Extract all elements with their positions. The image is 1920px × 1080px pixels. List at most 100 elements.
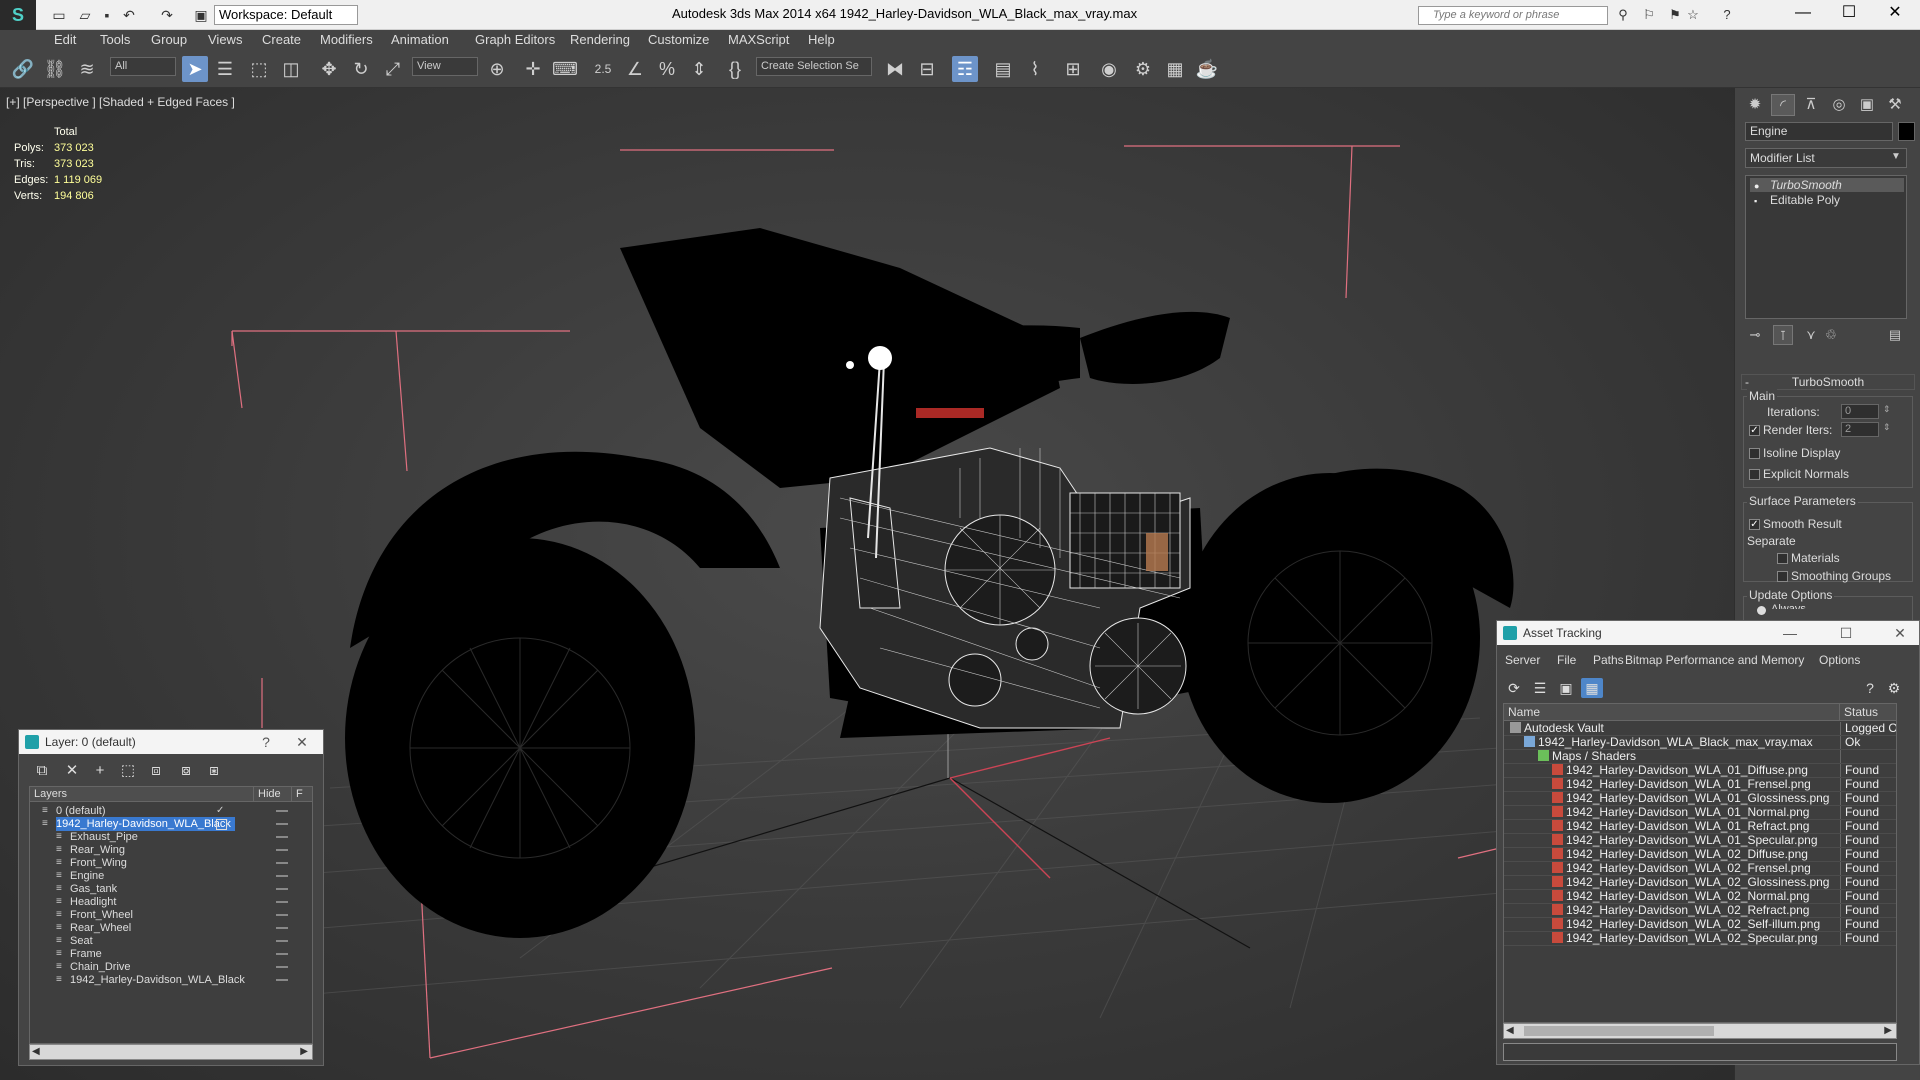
scroll-right-icon[interactable]: ▶ (1884, 1025, 1892, 1036)
asset-row[interactable]: Maps / Shaders (1504, 750, 1896, 764)
layer-list[interactable]: Layers Hide F ≡ 0 (default) ✓ ≡ 1942_Harley-… (29, 786, 313, 1044)
hide-toggle[interactable] (276, 810, 288, 812)
maximize-icon[interactable]: ☐ (1831, 621, 1861, 645)
modify-tab-icon[interactable]: ◜ (1771, 94, 1795, 116)
render-production-icon[interactable]: ☕ (1194, 56, 1220, 82)
search-input[interactable]: Type a keyword or phrase (1418, 6, 1608, 25)
schematic-view-icon[interactable]: ⊞ (1060, 56, 1086, 82)
menu-create[interactable]: Create (262, 32, 301, 47)
project-folder-icon[interactable]: ▣ (192, 6, 210, 24)
create-tab-icon[interactable]: ✹ (1743, 94, 1767, 116)
save-file-icon[interactable]: ▪ (98, 6, 116, 24)
hide-toggle[interactable] (276, 901, 288, 903)
select-in-layer-icon[interactable]: ⬚ (117, 760, 139, 782)
app-logo-icon[interactable]: S (0, 0, 36, 30)
hide-all-layers-icon[interactable]: ⧇ (175, 760, 197, 782)
selection-filter-select[interactable]: All (110, 57, 176, 76)
asset-row[interactable]: 1942_Harley-Davidson_WLA_Black_max_vray.… (1504, 736, 1896, 750)
close-icon[interactable]: ✕ (1872, 0, 1918, 26)
maximize-icon[interactable]: ☐ (1826, 0, 1872, 26)
column-header-name[interactable]: Name (1504, 704, 1840, 721)
configure-sets-icon[interactable]: ▤ (1885, 325, 1905, 345)
layer-row[interactable]: ≡ 1942_Harley-Davidson_WLA_Black (30, 972, 312, 988)
column-header-freeze[interactable]: F (292, 787, 312, 802)
refresh-icon[interactable]: ⟳ (1503, 678, 1525, 698)
hide-toggle[interactable] (276, 953, 288, 955)
open-file-icon[interactable]: ▱ (76, 6, 94, 24)
menu-bitmap-performance[interactable]: Bitmap Performance and Memory (1625, 653, 1804, 667)
smoothing-groups-checkbox[interactable] (1777, 571, 1788, 582)
lightbulb-icon[interactable]: ● (1754, 179, 1764, 191)
freeze-all-layers-icon[interactable]: ⧆ (203, 760, 225, 782)
asset-row[interactable]: 1942_Harley-Davidson_WLA_01_Frensel.png F… (1504, 778, 1896, 792)
show-end-result-icon[interactable]: ⊺ (1773, 325, 1793, 345)
menu-options[interactable]: Options (1819, 653, 1860, 667)
angle-snap-icon[interactable]: ∠ (622, 56, 648, 82)
help-icon[interactable]: ? (1718, 7, 1736, 23)
table-view-icon[interactable]: ▦ (1581, 678, 1603, 698)
select-and-rotate-icon[interactable]: ↻ (348, 56, 374, 82)
menu-server[interactable]: Server (1505, 653, 1540, 667)
snaps-toggle-icon[interactable]: 2.5 (590, 56, 616, 82)
modifier-list-select[interactable]: Modifier List (1745, 148, 1907, 168)
rectangular-selection-icon[interactable]: ⬚ (246, 56, 272, 82)
select-manipulate-icon[interactable]: ✛ (520, 56, 546, 82)
hide-toggle[interactable] (276, 940, 288, 942)
communication-center-icon[interactable]: ⚐ (1640, 7, 1658, 23)
minimize-icon[interactable]: — (1780, 0, 1826, 26)
column-header-status[interactable]: Status (1840, 704, 1896, 721)
undo-icon[interactable]: ↶ (120, 6, 138, 24)
reference-coordinate-select[interactable]: View (412, 57, 478, 76)
settings-icon[interactable]: ⚙ (1883, 678, 1905, 698)
menu-group[interactable]: Group (151, 32, 187, 47)
layer-list-scrollbar[interactable]: ◀ ▶ (29, 1044, 313, 1060)
menu-help[interactable]: Help (808, 32, 835, 47)
menu-tools[interactable]: Tools (100, 32, 130, 47)
asset-row[interactable]: 1942_Harley-Davidson_WLA_02_Normal.png Fo… (1504, 890, 1896, 904)
menu-maxscript[interactable]: MAXScript (728, 32, 789, 47)
hide-toggle[interactable] (276, 849, 288, 851)
iterations-spinner[interactable]: 0 (1841, 404, 1879, 419)
delete-layer-icon[interactable]: ✕ (61, 760, 83, 782)
hide-toggle[interactable] (276, 927, 288, 929)
binoculars-icon[interactable]: ⚲ (1614, 7, 1632, 23)
hide-toggle[interactable] (276, 836, 288, 838)
column-header-hide[interactable]: Hide (254, 787, 292, 802)
redo-icon[interactable]: ↷ (158, 6, 176, 24)
menu-edit[interactable]: Edit (54, 32, 76, 47)
layer-manager-icon[interactable]: ☶ (952, 56, 978, 82)
asset-row[interactable]: 1942_Harley-Davidson_WLA_02_Glossiness.p… (1504, 876, 1896, 890)
isoline-display-checkbox[interactable] (1749, 448, 1760, 459)
curve-editor-icon[interactable]: ⌇ (1022, 56, 1048, 82)
utilities-tab-icon[interactable]: ⚒ (1883, 94, 1907, 116)
asset-tracking-titlebar[interactable]: Asset Tracking — ☐ ✕ (1497, 621, 1919, 645)
new-file-icon[interactable]: ▭ (50, 6, 68, 24)
help-icon[interactable]: ? (1859, 678, 1881, 698)
keyboard-shortcut-override-icon[interactable]: ⌨ (552, 56, 578, 82)
asset-row[interactable]: 1942_Harley-Davidson_WLA_02_Refract.png F… (1504, 904, 1896, 918)
menu-modifiers[interactable]: Modifiers (320, 32, 373, 47)
hide-toggle[interactable] (276, 888, 288, 890)
close-icon[interactable]: ✕ (287, 730, 317, 754)
menu-customize[interactable]: Customize (648, 32, 709, 47)
workspace-select[interactable]: Workspace: Default (214, 5, 358, 25)
add-to-layer-icon[interactable]: + (89, 760, 111, 782)
chevron-down-icon[interactable]: ▼ (1891, 151, 1901, 162)
bind-space-warp-icon[interactable]: ≋ (74, 56, 100, 82)
select-and-move-icon[interactable]: ✥ (316, 56, 342, 82)
select-and-scale-icon[interactable]: ⤢ (380, 56, 406, 82)
column-header-layers[interactable]: Layers (30, 787, 254, 802)
menu-views[interactable]: Views (208, 32, 242, 47)
scroll-left-icon[interactable]: ◀ (1506, 1025, 1514, 1036)
smooth-result-checkbox[interactable]: ✓ (1749, 519, 1760, 530)
asset-row[interactable]: 1942_Harley-Davidson_WLA_01_Refract.png F… (1504, 820, 1896, 834)
select-and-link-icon[interactable]: 🔗 (10, 56, 36, 82)
subscription-icon[interactable]: ⚑ (1666, 7, 1684, 23)
edit-named-selection-icon[interactable]: {} (722, 56, 748, 82)
hide-toggle[interactable] (276, 914, 288, 916)
pin-stack-icon[interactable]: ⊸ (1745, 325, 1765, 345)
rendered-frame-window-icon[interactable]: ▦ (1162, 56, 1188, 82)
asset-row[interactable]: 1942_Harley-Davidson_WLA_01_Normal.png Fo… (1504, 806, 1896, 820)
align-icon[interactable]: ⊟ (914, 56, 940, 82)
scroll-left-icon[interactable]: ◀ (32, 1046, 40, 1057)
